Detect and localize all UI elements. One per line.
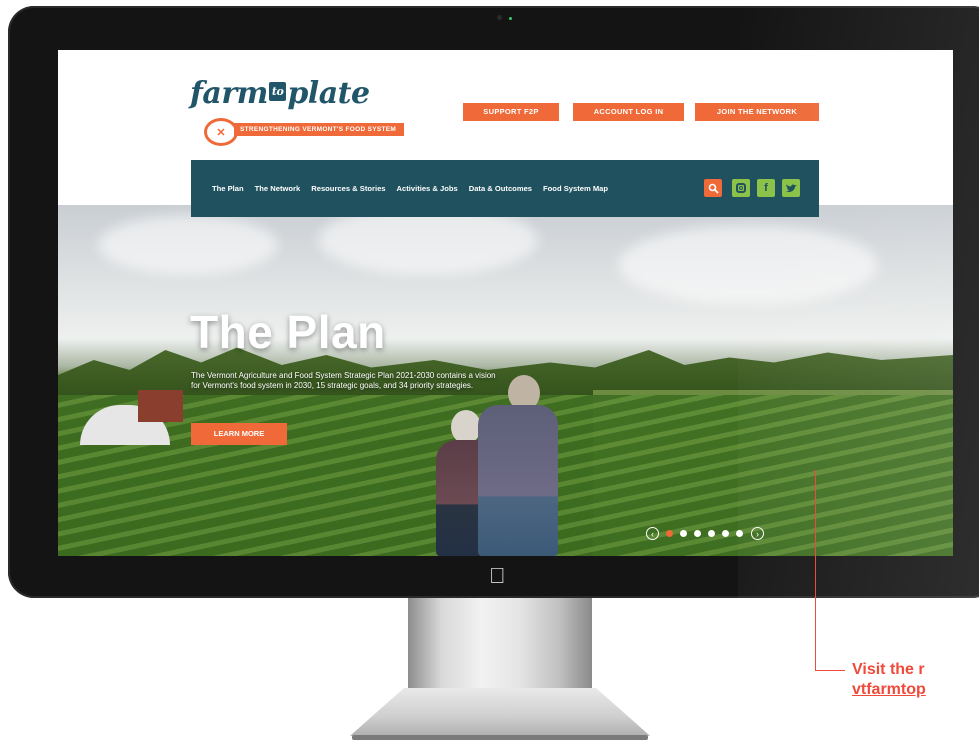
camera xyxy=(497,15,502,20)
carousel-dot[interactable] xyxy=(736,530,743,537)
facebook-icon[interactable]: f xyxy=(757,179,775,197)
carousel-next-arrow-icon[interactable]: › xyxy=(751,527,764,540)
carousel-prev-arrow-icon[interactable]: ‹ xyxy=(646,527,659,540)
carousel-controls: ‹ › xyxy=(646,526,764,541)
nav-item-the-plan[interactable]: The Plan xyxy=(212,184,244,193)
nav-item-resources-stories[interactable]: Resources & Stories xyxy=(311,184,385,193)
person-head xyxy=(451,410,481,444)
callout-text: Visit the r vtfarmtop xyxy=(852,660,926,700)
carousel-dot[interactable] xyxy=(666,530,673,537)
hero-title: The Plan xyxy=(190,306,386,358)
nav-item-the-network[interactable]: The Network xyxy=(255,184,301,193)
monitor-stand-neck xyxy=(408,598,592,702)
monitor-stand-edge xyxy=(352,735,648,740)
monitor-stand-base xyxy=(350,688,650,736)
main-nav: The Plan The Network Resources & Stories… xyxy=(191,160,819,217)
carousel-dot[interactable] xyxy=(708,530,715,537)
learn-more-button[interactable]: LEARN MORE xyxy=(191,423,287,445)
twitter-icon[interactable] xyxy=(782,179,800,197)
carousel-dot[interactable] xyxy=(722,530,729,537)
callout-line-1: Visit the r xyxy=(852,661,925,678)
account-login-button[interactable]: ACCOUNT LOG IN xyxy=(573,103,684,121)
farm-to-plate-logo[interactable]: farm to plate ✕ STRENGTHENING VERMONT'S FO… xyxy=(190,76,405,146)
logo-wordmark: farm to plate xyxy=(190,76,370,111)
instagram-icon[interactable] xyxy=(732,179,750,197)
nav-item-data-outcomes[interactable]: Data & Outcomes xyxy=(469,184,532,193)
nav-item-food-system-map[interactable]: Food System Map xyxy=(543,184,608,193)
nav-item-activities-jobs[interactable]: Activities & Jobs xyxy=(397,184,458,193)
carousel-dot[interactable] xyxy=(694,530,701,537)
join-network-button[interactable]: JOIN THE NETWORK xyxy=(695,103,819,121)
search-icon[interactable] xyxy=(704,179,722,197)
support-f2p-button[interactable]: SUPPORT F2P xyxy=(463,103,559,121)
callout-line xyxy=(815,470,816,670)
barn xyxy=(138,390,183,422)
website-screen: farm to plate ✕ STRENGTHENING VERMONT'S FO… xyxy=(58,50,953,556)
apple-logo-icon:  xyxy=(489,565,506,587)
logo-tagline: STRENGTHENING VERMONT'S FOOD SYSTEM xyxy=(234,123,405,136)
callout-link[interactable]: vtfarmtop xyxy=(852,680,926,700)
monitor-bezel: farm to plate ✕ STRENGTHENING VERMONT'S FO… xyxy=(8,6,979,598)
callout-line xyxy=(815,670,845,671)
hero-description: The Vermont Agriculture and Food System … xyxy=(191,371,496,390)
camera-led xyxy=(509,17,512,20)
person-man xyxy=(478,405,558,556)
carousel-dot[interactable] xyxy=(680,530,687,537)
fork-knife-icon: ✕ xyxy=(204,118,238,146)
